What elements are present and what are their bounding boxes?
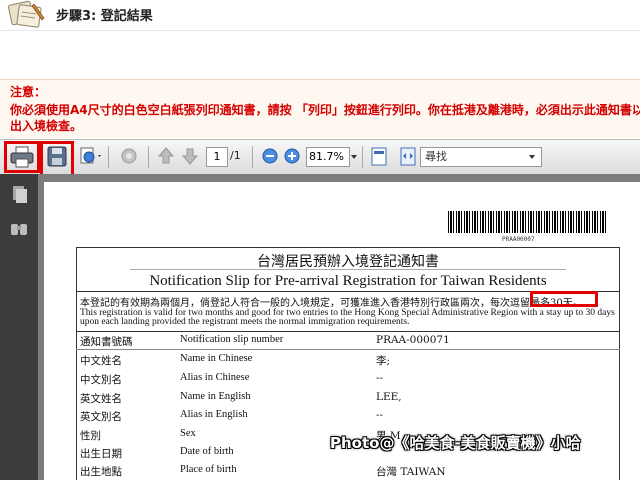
fit-width-icon xyxy=(400,147,416,166)
barcode-id: PRAA00007 xyxy=(502,236,535,243)
table-row: 英文別名 Alias in English -- xyxy=(76,406,620,425)
row-label-chinese: 出生地點 xyxy=(80,466,122,478)
gear-icon xyxy=(121,148,137,164)
step-title: 步驟3: 登記結果 xyxy=(56,9,153,24)
slip-title-chinese: 台灣居民預辦入境登記通知書 xyxy=(257,254,439,270)
stay-limit-highlight xyxy=(530,291,598,307)
print-button[interactable] xyxy=(4,141,40,173)
validity-text-english: This registration is valid for two month… xyxy=(80,308,615,327)
page-export-icon xyxy=(80,147,101,164)
fit-page-icon xyxy=(371,147,387,166)
chevron-down-icon xyxy=(529,155,535,159)
previous-page-button[interactable] xyxy=(154,143,176,169)
save-button[interactable] xyxy=(40,141,74,177)
row-label-english: Alias in English xyxy=(180,409,248,420)
notice-text: 你必須使用A4尺寸的白色空白紙張列印通知書，請按 「列印」按鈕進行列印。你在抵港… xyxy=(10,103,640,133)
row-label-english: Name in Chinese xyxy=(180,353,253,364)
page-number-input[interactable]: 1 xyxy=(206,147,228,167)
row-label-english: Alias in Chinese xyxy=(180,372,250,383)
row-value: LEE, xyxy=(376,391,402,403)
table-row: 中文別名 Alias in Chinese -- xyxy=(76,369,620,388)
row-value: -- xyxy=(376,409,384,421)
row-label-english: Name in English xyxy=(180,391,251,402)
binoculars-icon xyxy=(11,224,27,235)
row-label-chinese: 中文別名 xyxy=(80,374,122,386)
row-label-english: Sex xyxy=(180,428,196,439)
attach-button[interactable] xyxy=(114,143,142,169)
row-label-chinese: 通知書號碼 xyxy=(80,336,133,348)
arrow-up-icon xyxy=(157,147,175,164)
fit-page-button[interactable] xyxy=(366,143,390,169)
row-value: -- xyxy=(376,372,384,384)
toolbar-separator xyxy=(252,146,253,168)
row-label-chinese: 性別 xyxy=(80,430,101,442)
zoom-level-select[interactable]: 81.7% xyxy=(306,147,350,167)
row-label-english: Notification slip number xyxy=(180,334,284,345)
notice-title: 注意： xyxy=(10,85,47,99)
page-total: /1 xyxy=(230,149,241,162)
fit-width-button[interactable] xyxy=(396,143,418,169)
row-label-chinese: 出生日期 xyxy=(80,448,122,460)
zoom-dropdown-button[interactable] xyxy=(348,143,358,169)
table-row: 出生地點 Place of birth 台灣 TAIWAN xyxy=(76,461,620,480)
slip-title-english: Notification Slip for Pre-arrival Regist… xyxy=(149,273,547,289)
pdf-sidebar xyxy=(0,174,38,480)
barcode-image xyxy=(448,211,608,233)
arrow-down-icon xyxy=(181,148,199,165)
attachments-panel-button[interactable] xyxy=(9,218,29,240)
zoom-in-icon xyxy=(284,148,300,164)
toolbar-separator xyxy=(108,146,109,168)
table-row: 通知書號碼 Notification slip number PRAA-0000… xyxy=(76,331,620,350)
row-value: 李; xyxy=(376,355,391,367)
toolbar-separator xyxy=(148,146,149,168)
pages-icon xyxy=(13,186,27,203)
pages-panel-button[interactable] xyxy=(9,184,29,206)
table-row: 中文姓名 Name in Chinese 李; xyxy=(76,350,620,369)
zoom-out-button[interactable] xyxy=(258,143,280,169)
notepad-icon xyxy=(4,0,50,30)
table-row: 英文姓名 Name in English LEE, xyxy=(76,388,620,407)
row-label-chinese: 英文別名 xyxy=(80,411,122,423)
zoom-out-icon xyxy=(262,148,278,164)
next-page-button[interactable] xyxy=(178,143,200,169)
row-value: PRAA-000071 xyxy=(376,334,450,346)
row-label-english: Place of birth xyxy=(180,464,237,475)
export-button[interactable] xyxy=(74,143,104,169)
row-label-english: Date of birth xyxy=(180,446,234,457)
photo-watermark: Photo@《哈美食-美食販賣機》小哈 xyxy=(330,434,581,452)
validity-text-chinese: 本登記的有效期為兩個月，倘登記人符合一般的入境規定，可獲准進入香港特別行政區兩次… xyxy=(80,298,583,309)
floppy-disk-icon xyxy=(47,146,67,167)
find-input[interactable]: 尋找 xyxy=(420,147,542,167)
find-dropdown-button[interactable] xyxy=(526,143,536,169)
row-label-chinese: 英文姓名 xyxy=(80,393,122,405)
row-label-chinese: 中文姓名 xyxy=(80,355,122,367)
row-value: 台灣 TAIWAN xyxy=(376,466,446,478)
title-divider xyxy=(130,269,566,270)
header-divider xyxy=(0,30,640,31)
printer-icon xyxy=(10,146,34,168)
chevron-down-icon xyxy=(351,155,357,159)
toolbar-separator xyxy=(362,146,363,168)
zoom-in-button[interactable] xyxy=(280,143,302,169)
pdf-toolbar: 1 /1 81.7% 尋找 xyxy=(0,139,640,177)
page-header: 步驟3: 登記結果 xyxy=(0,0,640,34)
